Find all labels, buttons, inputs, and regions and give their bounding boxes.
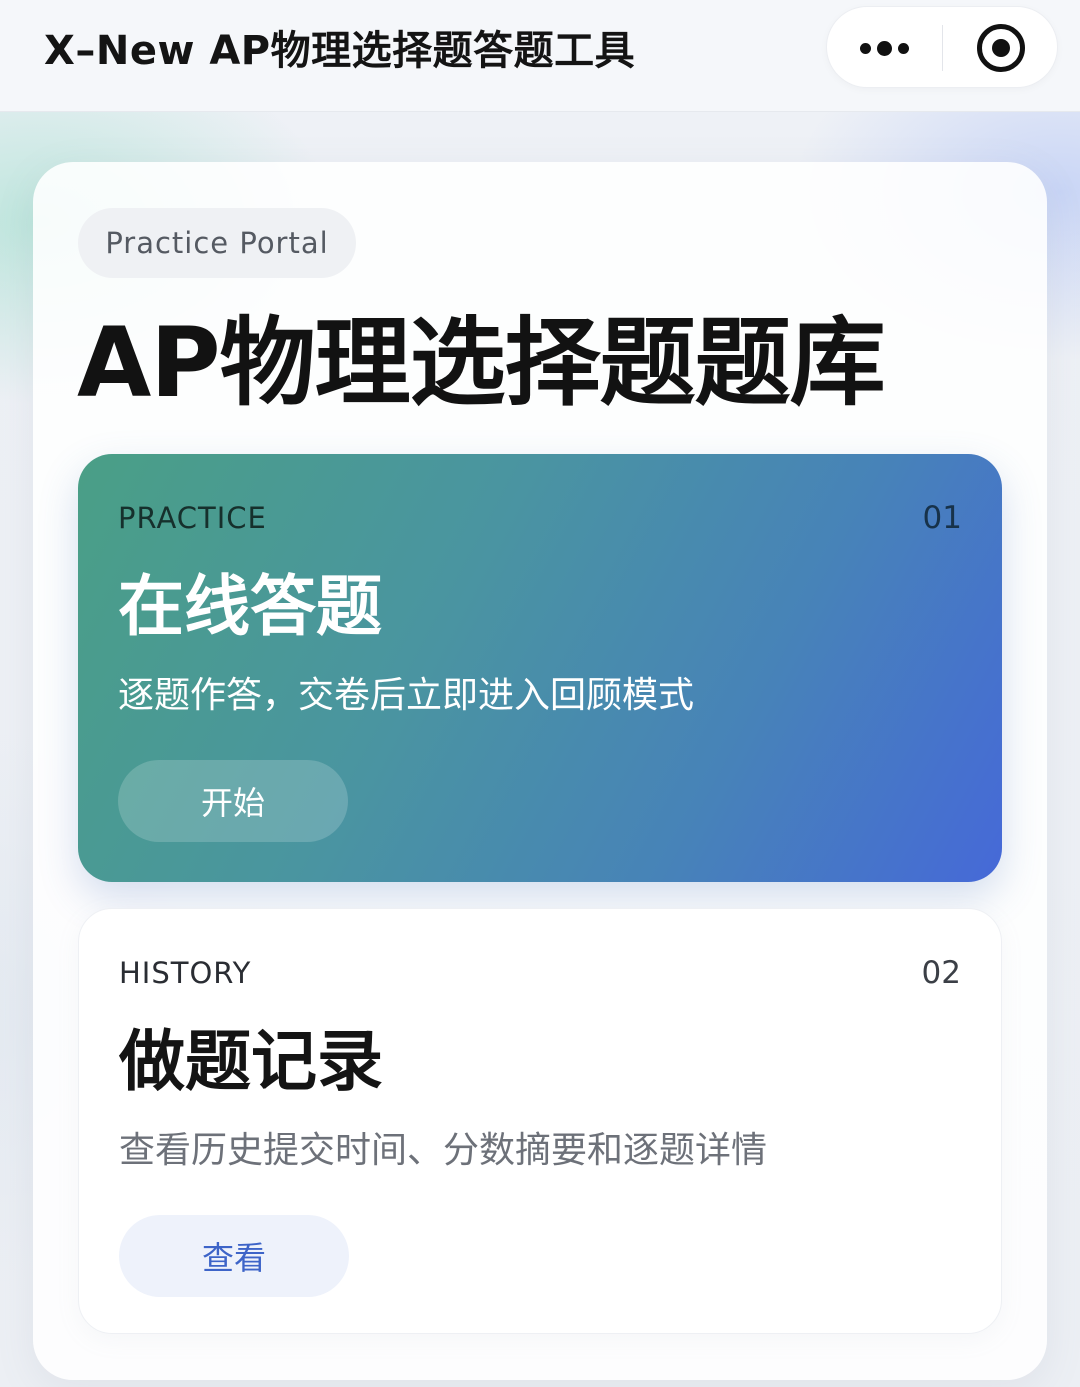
card-description: 逐题作答，交卷后立即进入回顾模式	[118, 675, 695, 716]
record-circle-icon	[977, 24, 1025, 72]
practice-card[interactable]: PRACTICE 01 在线答题 逐题作答，交卷后立即进入回顾模式 开始	[78, 454, 1002, 882]
card-index: 02	[921, 955, 961, 991]
more-dots-icon-center	[877, 40, 892, 56]
card-index: 01	[922, 500, 962, 536]
history-card[interactable]: HISTORY 02 做题记录 查看历史提交时间、分数摘要和逐题详情 查看	[78, 908, 1002, 1334]
main-panel: Practice Portal AP物理选择题题库 PRACTICE 01 在线…	[33, 162, 1047, 1380]
portal-badge: Practice Portal	[78, 208, 356, 278]
mini-program-capsule	[826, 6, 1058, 88]
view-button[interactable]: 查看	[119, 1215, 349, 1297]
card-title: 在线答题	[118, 568, 382, 645]
top-navigation-bar: X–New AP物理选择题答题工具	[0, 0, 1080, 112]
card-tag: PRACTICE	[118, 501, 267, 535]
more-dots-icon	[860, 42, 871, 54]
record-circle-icon-center	[992, 39, 1010, 57]
more-dots-icon-right	[898, 42, 909, 54]
card-tag: HISTORY	[119, 956, 252, 990]
start-button[interactable]: 开始	[118, 760, 348, 842]
card-description: 查看历史提交时间、分数摘要和逐题详情	[119, 1130, 768, 1171]
page-title: AP物理选择题题库	[77, 307, 886, 419]
more-button[interactable]	[827, 7, 942, 89]
close-mini-program-button[interactable]	[943, 7, 1059, 89]
card-title: 做题记录	[119, 1023, 383, 1100]
app-title: X–New AP物理选择题答题工具	[44, 28, 636, 74]
